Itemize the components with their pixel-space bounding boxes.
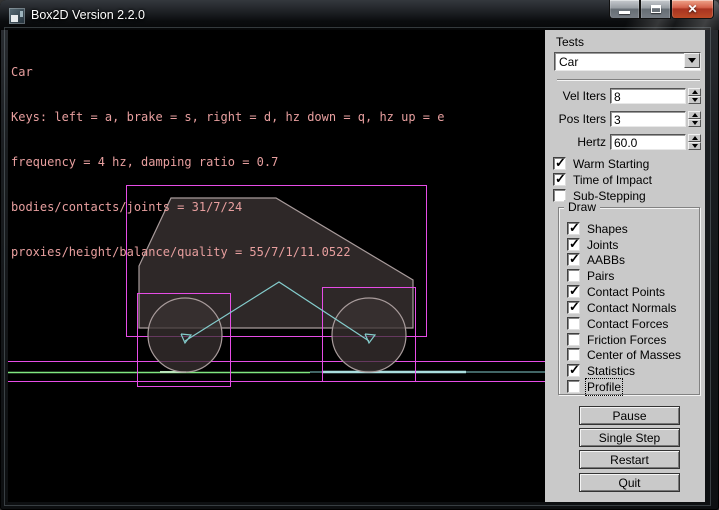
checkbox-aabbs[interactable]: AABBs bbox=[567, 253, 625, 266]
app-icon bbox=[9, 8, 25, 24]
pos-iters-down-button[interactable] bbox=[688, 119, 701, 127]
draw-group: Draw Shapes Joints AABBs Pairs Contact P… bbox=[558, 207, 700, 395]
pos-iters-stepper bbox=[688, 111, 701, 127]
test-select-dropdown[interactable]: Car bbox=[554, 52, 701, 71]
single-step-button[interactable]: Single Step bbox=[579, 428, 680, 447]
checkbox-box[interactable] bbox=[567, 285, 580, 298]
maximize-icon bbox=[651, 5, 661, 13]
checkbox-box[interactable] bbox=[567, 333, 580, 346]
checkbox-label: Contact Points bbox=[587, 285, 665, 299]
close-icon: ✕ bbox=[687, 3, 697, 15]
checkbox-label: Center of Masses bbox=[587, 348, 681, 362]
close-button[interactable]: ✕ bbox=[671, 0, 714, 19]
checkbox-contact-points[interactable]: Contact Points bbox=[567, 285, 665, 298]
stats-line-bodies: bodies/contacts/joints = 31/7/24 bbox=[11, 200, 444, 215]
maximize-button[interactable] bbox=[640, 0, 671, 19]
checkbox-box[interactable] bbox=[567, 253, 580, 266]
checkbox-label: AABBs bbox=[587, 253, 625, 267]
checkbox-label: Time of Impact bbox=[573, 173, 652, 187]
hertz-down-button[interactable] bbox=[688, 142, 701, 150]
checkbox-box[interactable] bbox=[567, 222, 580, 235]
stats-line-title: Car bbox=[11, 65, 444, 80]
dropdown-button[interactable] bbox=[684, 53, 700, 68]
checkbox-contact-forces[interactable]: Contact Forces bbox=[567, 317, 668, 330]
checkbox-label: Profile bbox=[587, 380, 621, 394]
vel-iters-input[interactable]: 8 bbox=[610, 88, 686, 104]
tests-label: Tests bbox=[556, 35, 584, 49]
pos-iters-row: Pos Iters 3 bbox=[545, 110, 703, 127]
checkbox-center-of-masses[interactable]: Center of Masses bbox=[567, 348, 681, 361]
vel-iters-down-button[interactable] bbox=[688, 96, 701, 104]
checkbox-label: Contact Forces bbox=[587, 317, 668, 331]
statistics-overlay: Car Keys: left = a, brake = s, right = d… bbox=[11, 35, 444, 290]
arrow-down-icon bbox=[692, 144, 698, 151]
checkbox-label: Statistics bbox=[587, 364, 635, 378]
vel-iters-row: Vel Iters 8 bbox=[545, 87, 703, 104]
checkbox-box[interactable] bbox=[567, 238, 580, 251]
hertz-up-button[interactable] bbox=[688, 134, 701, 142]
test-selected-value: Car bbox=[555, 53, 684, 70]
quit-button[interactable]: Quit bbox=[579, 473, 680, 492]
hertz-row: Hertz 60.0 bbox=[545, 133, 703, 150]
checkbox-warm-starting[interactable]: Warm Starting bbox=[553, 157, 649, 170]
chevron-down-icon bbox=[688, 58, 696, 67]
checkbox-label: Shapes bbox=[587, 222, 628, 236]
stats-line-proxies: proxies/height/balance/quality = 55/7/1/… bbox=[11, 245, 444, 260]
arrow-down-icon bbox=[692, 121, 698, 128]
checkbox-box[interactable] bbox=[567, 317, 580, 330]
checkbox-label: Pairs bbox=[587, 269, 614, 283]
pos-iters-input[interactable]: 3 bbox=[610, 111, 686, 127]
hertz-input[interactable]: 60.0 bbox=[610, 134, 686, 150]
checkbox-friction-forces[interactable]: Friction Forces bbox=[567, 333, 666, 346]
arrow-up-icon bbox=[692, 133, 698, 140]
checkbox-box[interactable] bbox=[553, 157, 566, 170]
checkbox-profile[interactable]: Profile bbox=[567, 380, 621, 393]
pause-button[interactable]: Pause bbox=[579, 406, 680, 425]
app-window: Box2D Version 2.2.0 ✕ bbox=[0, 0, 719, 510]
checkbox-box[interactable] bbox=[567, 301, 580, 314]
window-title: Box2D Version 2.2.0 bbox=[31, 8, 145, 22]
control-panel: Tests Car Vel Iters 8 Pos Iters 3 bbox=[545, 30, 705, 502]
separator bbox=[557, 79, 700, 81]
minimize-icon bbox=[619, 11, 630, 14]
draw-group-label: Draw bbox=[564, 200, 600, 214]
pos-iters-label: Pos Iters bbox=[545, 112, 608, 126]
checkbox-label: Joints bbox=[587, 238, 618, 252]
checkbox-label: Contact Normals bbox=[587, 301, 676, 315]
restart-button[interactable]: Restart bbox=[579, 450, 680, 469]
arrow-up-icon bbox=[692, 110, 698, 117]
vel-iters-label: Vel Iters bbox=[545, 89, 608, 103]
checkbox-statistics[interactable]: Statistics bbox=[567, 364, 635, 377]
checkbox-box[interactable] bbox=[567, 269, 580, 282]
hertz-stepper bbox=[688, 134, 701, 150]
simulation-canvas[interactable]: Car Keys: left = a, brake = s, right = d… bbox=[8, 30, 545, 502]
checkbox-pairs[interactable]: Pairs bbox=[567, 269, 614, 282]
checkbox-box[interactable] bbox=[567, 348, 580, 361]
checkbox-joints[interactable]: Joints bbox=[567, 238, 618, 251]
checkbox-label: Warm Starting bbox=[573, 157, 649, 171]
checkbox-contact-normals[interactable]: Contact Normals bbox=[567, 301, 676, 314]
vel-iters-stepper bbox=[688, 88, 701, 104]
vel-iters-up-button[interactable] bbox=[688, 88, 701, 96]
stats-line-keys: Keys: left = a, brake = s, right = d, hz… bbox=[11, 110, 444, 125]
stats-line-frequency: frequency = 4 hz, damping ratio = 0.7 bbox=[11, 155, 444, 170]
pos-iters-up-button[interactable] bbox=[688, 111, 701, 119]
arrow-up-icon bbox=[692, 87, 698, 94]
checkbox-box[interactable] bbox=[567, 380, 580, 393]
minimize-button[interactable] bbox=[609, 0, 640, 19]
hertz-label: Hertz bbox=[545, 135, 608, 149]
arrow-down-icon bbox=[692, 98, 698, 105]
window-controls: ✕ bbox=[609, 0, 714, 20]
checkbox-box[interactable] bbox=[553, 173, 566, 186]
checkbox-time-of-impact[interactable]: Time of Impact bbox=[553, 173, 652, 186]
checkbox-shapes[interactable]: Shapes bbox=[567, 222, 628, 235]
checkbox-box[interactable] bbox=[567, 364, 580, 377]
checkbox-label: Friction Forces bbox=[587, 333, 666, 347]
